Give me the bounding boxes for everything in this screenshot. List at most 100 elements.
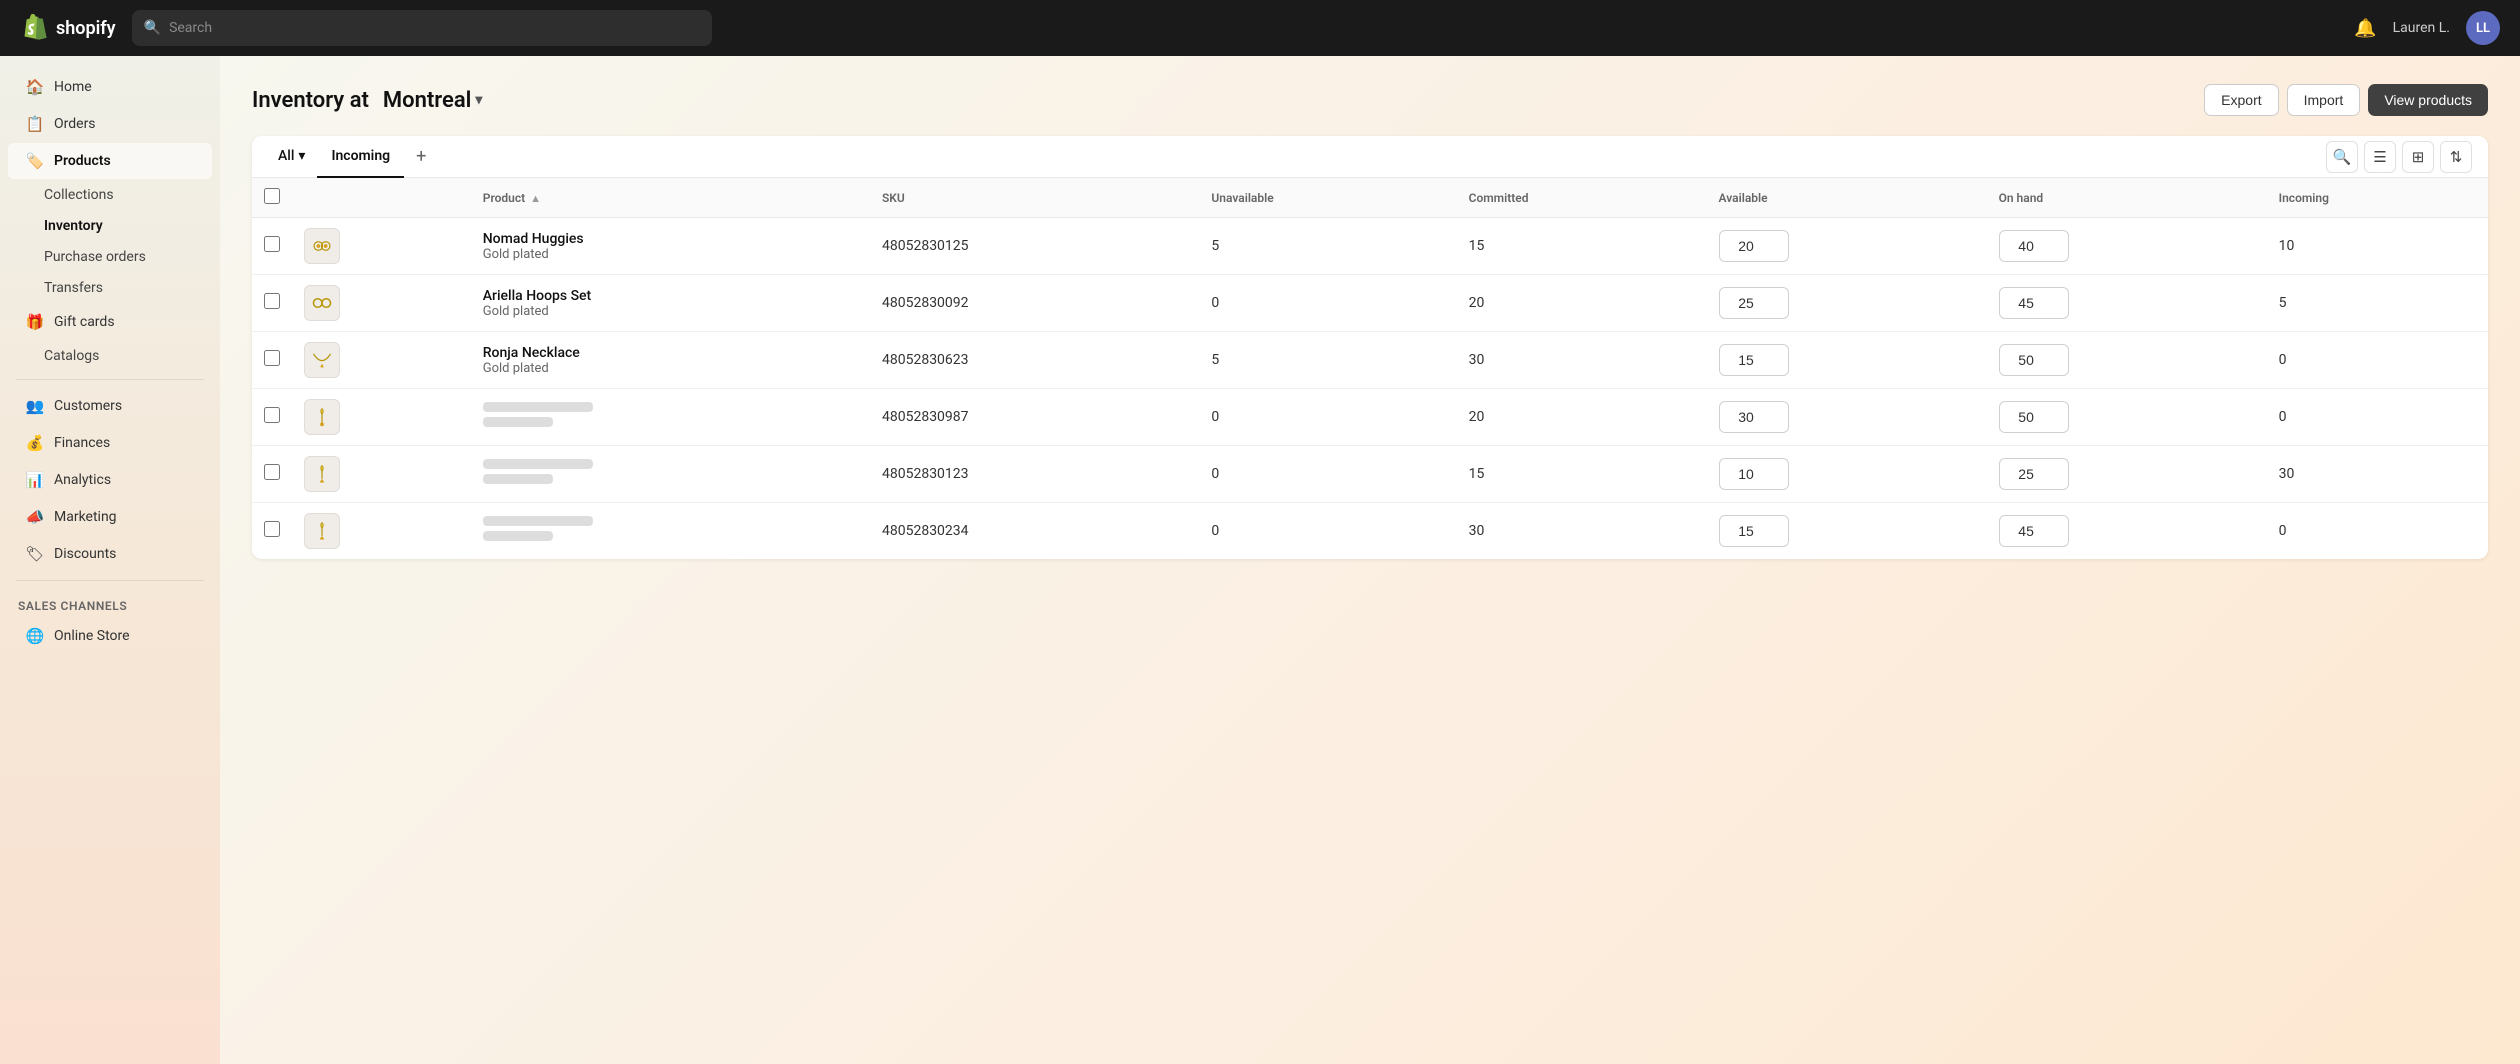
sidebar-label-analytics: Analytics: [54, 472, 111, 488]
chevron-down-icon: ▾: [475, 92, 482, 108]
search-table-icon: 🔍: [2333, 148, 2352, 166]
marketing-icon: 📣: [26, 508, 44, 526]
on-hand-input[interactable]: [1999, 344, 2069, 376]
th-committed: Committed: [1457, 178, 1707, 218]
th-unavailable: Unavailable: [1199, 178, 1456, 218]
sidebar-item-finances[interactable]: 💰 Finances: [8, 425, 212, 461]
analytics-icon: 📊: [26, 471, 44, 489]
product-variant-placeholder: [483, 474, 553, 484]
row-sku: 48052830623: [870, 332, 1199, 389]
search-bar[interactable]: 🔍 Search: [132, 10, 712, 46]
sidebar-item-orders[interactable]: 📋 Orders: [8, 106, 212, 142]
location-selector[interactable]: Montreal ▾: [377, 86, 489, 115]
sidebar-item-discounts[interactable]: 🏷 Discounts: [8, 536, 212, 572]
row-product-cell: [471, 389, 870, 446]
product-variant-placeholder: [483, 531, 553, 541]
th-incoming: Incoming: [2267, 178, 2488, 218]
th-product[interactable]: Product ▲: [471, 178, 870, 218]
row-checkbox[interactable]: [264, 464, 280, 480]
table-header: Product ▲ SKU Unavailable Committed Avai…: [252, 178, 2488, 218]
import-button[interactable]: Import: [2287, 84, 2361, 116]
sidebar-item-home[interactable]: 🏠 Home: [8, 69, 212, 105]
sidebar-item-products[interactable]: 🏷️ Products: [8, 143, 212, 179]
sidebar-item-inventory[interactable]: Inventory: [8, 211, 212, 241]
search-table-button[interactable]: 🔍: [2326, 141, 2358, 173]
product-info: Ronja Necklace Gold plated: [483, 345, 580, 376]
row-product-cell: Ronja Necklace Gold plated: [471, 332, 870, 389]
sidebar-label-purchase-orders: Purchase orders: [44, 249, 146, 265]
sidebar-item-marketing[interactable]: 📣 Marketing: [8, 499, 212, 535]
view-products-button[interactable]: View products: [2368, 84, 2488, 116]
user-name: Lauren L.: [2393, 20, 2450, 36]
product-sort-icon: ▲: [530, 192, 541, 205]
row-available: [1707, 446, 1987, 503]
export-button[interactable]: Export: [2204, 84, 2278, 116]
sidebar-label-collections: Collections: [44, 187, 114, 203]
sidebar-item-catalogs[interactable]: Catalogs: [8, 341, 212, 371]
row-checkbox[interactable]: [264, 407, 280, 423]
row-checkbox[interactable]: [264, 293, 280, 309]
on-hand-input[interactable]: [1999, 401, 2069, 433]
product-thumbnail: [304, 456, 340, 492]
row-on-hand: [1987, 218, 2267, 275]
sidebar-item-purchase-orders[interactable]: Purchase orders: [8, 242, 212, 272]
product-name: Ariella Hoops Set: [483, 288, 591, 304]
sidebar-label-discounts: Discounts: [54, 546, 116, 562]
sort-button[interactable]: ⇅: [2440, 141, 2472, 173]
row-available: [1707, 275, 1987, 332]
row-incoming: 0: [2267, 503, 2488, 560]
shopify-logo[interactable]: shopify: [20, 14, 116, 42]
product-name-placeholder: [483, 516, 593, 526]
tab-all[interactable]: All ▾: [268, 138, 315, 176]
on-hand-input[interactable]: [1999, 515, 2069, 547]
tab-incoming[interactable]: Incoming: [317, 136, 404, 178]
sidebar-item-collections[interactable]: Collections: [8, 180, 212, 210]
home-icon: 🏠: [26, 78, 44, 96]
row-thumb-cell: [292, 332, 471, 389]
row-product-cell: [471, 503, 870, 560]
product-variant: Gold plated: [483, 247, 584, 262]
sidebar-item-transfers[interactable]: Transfers: [8, 273, 212, 303]
avatar[interactable]: LL: [2466, 11, 2500, 45]
available-input[interactable]: [1719, 401, 1789, 433]
product-variant: Gold plated: [483, 304, 591, 319]
sidebar-item-gift-cards[interactable]: 🎁 Gift cards: [8, 304, 212, 340]
header-actions: Export Import View products: [2204, 84, 2488, 116]
available-input[interactable]: [1719, 344, 1789, 376]
row-committed: 15: [1457, 446, 1707, 503]
on-hand-input[interactable]: [1999, 287, 2069, 319]
row-checkbox[interactable]: [264, 236, 280, 252]
available-input[interactable]: [1719, 515, 1789, 547]
inventory-table-container: All ▾ Incoming + 🔍 ☰ ⊞: [252, 136, 2488, 559]
select-all-checkbox[interactable]: [264, 188, 280, 204]
table-row: 48052830123 0 15 30: [252, 446, 2488, 503]
bell-icon[interactable]: 🔔: [2354, 18, 2376, 39]
product-info: Nomad Huggies Gold plated: [483, 231, 584, 262]
row-committed: 20: [1457, 275, 1707, 332]
row-on-hand: [1987, 332, 2267, 389]
sidebar-item-analytics[interactable]: 📊 Analytics: [8, 462, 212, 498]
product-thumbnail: [304, 285, 340, 321]
tab-add-button[interactable]: +: [406, 138, 436, 175]
column-toggle-button[interactable]: ⊞: [2402, 141, 2434, 173]
topnav-right: 🔔 Lauren L. LL: [2354, 11, 2500, 45]
th-on-hand: On hand: [1987, 178, 2267, 218]
row-committed: 15: [1457, 218, 1707, 275]
sidebar-item-online-store[interactable]: 🌐 Online Store: [8, 618, 212, 654]
product-cell: [483, 402, 858, 432]
on-hand-input[interactable]: [1999, 458, 2069, 490]
sidebar-item-customers[interactable]: 👥 Customers: [8, 388, 212, 424]
on-hand-input[interactable]: [1999, 230, 2069, 262]
row-checkbox-cell: [252, 275, 292, 332]
available-input[interactable]: [1719, 230, 1789, 262]
filter-table-button[interactable]: ☰: [2364, 141, 2396, 173]
row-checkbox[interactable]: [264, 350, 280, 366]
row-checkbox[interactable]: [264, 521, 280, 537]
row-checkbox-cell: [252, 389, 292, 446]
table-row: 48052830234 0 30 0: [252, 503, 2488, 560]
row-checkbox-cell: [252, 503, 292, 560]
available-input[interactable]: [1719, 287, 1789, 319]
sidebar-divider-1: [16, 379, 204, 380]
row-incoming: 0: [2267, 332, 2488, 389]
available-input[interactable]: [1719, 458, 1789, 490]
